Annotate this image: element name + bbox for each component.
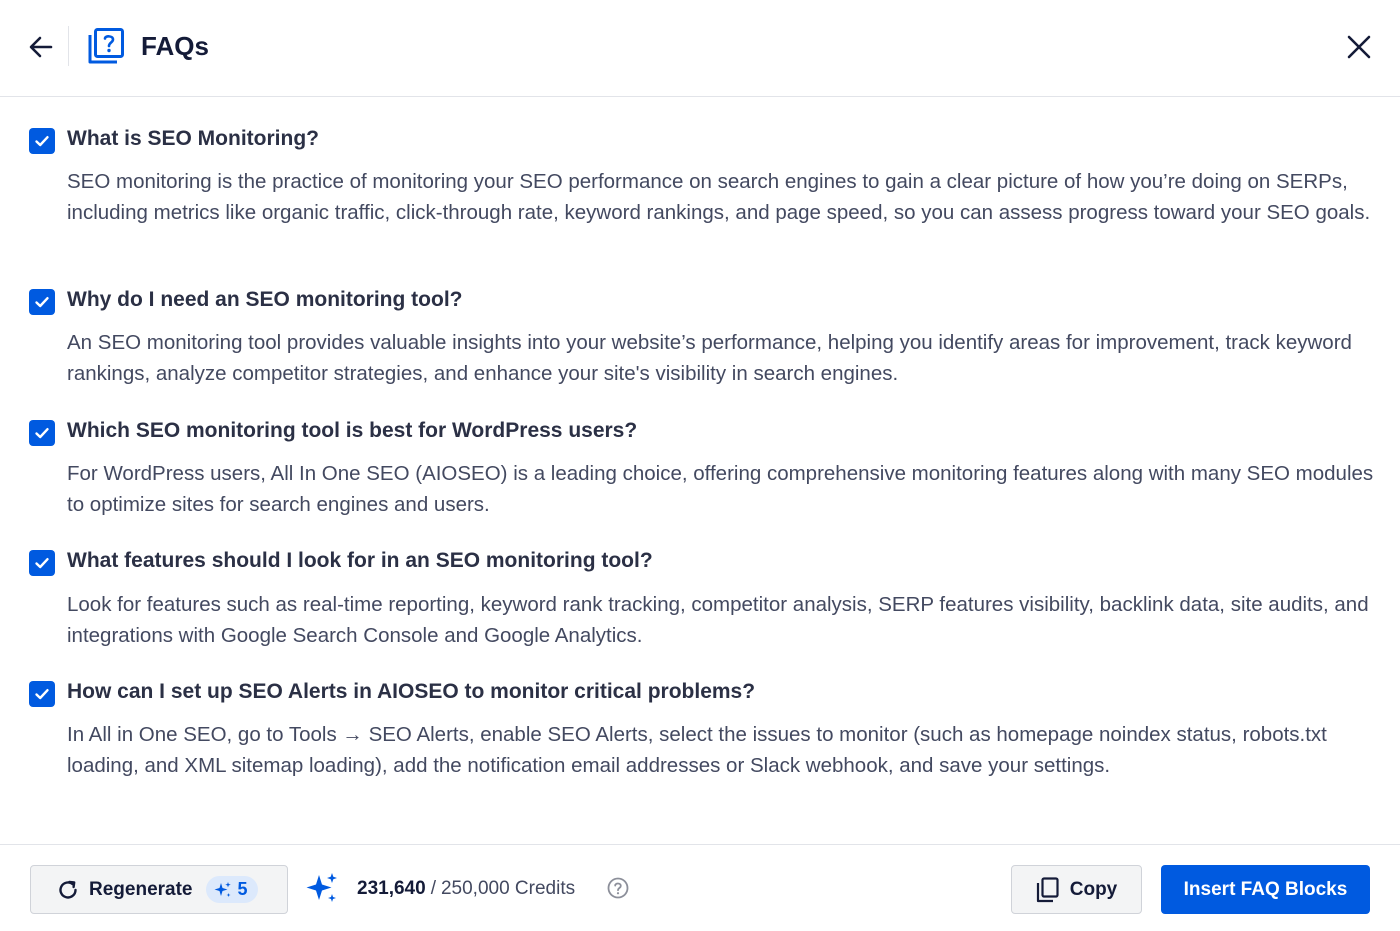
regenerate-label: Regenerate	[89, 878, 193, 900]
insert-faq-blocks-button[interactable]: Insert FAQ Blocks	[1161, 865, 1370, 914]
sparkle-icon	[306, 873, 337, 902]
faq-answer: SEO monitoring is the practice of monito…	[67, 170, 1371, 224]
copy-button[interactable]: Copy	[1011, 865, 1142, 914]
question-circle-icon[interactable]	[607, 877, 629, 899]
faq-checkbox[interactable]	[29, 420, 55, 446]
credits-total: 250,000 Credits	[440, 878, 576, 899]
close-button[interactable]	[1340, 28, 1378, 66]
faq-question: Why do I need an SEO monitoring tool?	[67, 288, 463, 311]
copy-icon	[1036, 876, 1059, 902]
credits-counter: 231,640 / 250,000 Credits	[357, 876, 575, 902]
credits-used: 231,640	[357, 878, 426, 899]
check-icon	[35, 136, 49, 147]
close-icon	[1347, 35, 1371, 59]
check-icon	[35, 428, 49, 439]
copy-label: Copy	[1069, 878, 1118, 900]
faq-question: Which SEO monitoring tool is best for Wo…	[67, 419, 638, 442]
regenerate-button[interactable]: Regenerate 5	[30, 865, 288, 914]
check-icon	[35, 297, 49, 308]
faq-question: How can I set up SEO Alerts in AIOSEO to…	[67, 680, 756, 703]
faq-question: What features should I look for in an SE…	[67, 549, 653, 572]
faq-checkbox[interactable]	[29, 550, 55, 576]
back-button[interactable]	[22, 28, 60, 66]
check-icon	[35, 558, 49, 569]
faq-answer: Look for features such as real-time repo…	[67, 593, 1369, 647]
faq-question: What is SEO Monitoring?	[67, 127, 319, 150]
header-divider	[68, 26, 69, 66]
faq-answer: In All in One SEO, go to Tools → SEO Ale…	[67, 723, 1327, 777]
arrow-left-icon	[29, 36, 53, 58]
refresh-icon	[59, 880, 77, 899]
page-title: FAQs	[141, 31, 209, 61]
faq-answer: An SEO monitoring tool provides valuable…	[67, 331, 1352, 385]
faq-checkbox[interactable]	[29, 128, 55, 154]
faq-checkbox[interactable]	[29, 681, 55, 707]
credits-separator: /	[430, 878, 436, 899]
modal-header: FAQs	[0, 0, 1400, 97]
regenerate-cost: 5	[237, 879, 248, 899]
check-icon	[35, 689, 49, 700]
insert-label: Insert FAQ Blocks	[1183, 878, 1348, 900]
modal-footer: Regenerate 5 Copy Insert FAQ Blocks	[0, 844, 1400, 931]
faq-question-icon	[88, 28, 124, 64]
faq-answer: For WordPress users, All In One SEO (AIO…	[67, 462, 1374, 516]
faq-checkbox[interactable]	[29, 289, 55, 315]
sparkle-icon	[214, 881, 231, 897]
regenerate-cost-badge: 5	[205, 876, 258, 903]
